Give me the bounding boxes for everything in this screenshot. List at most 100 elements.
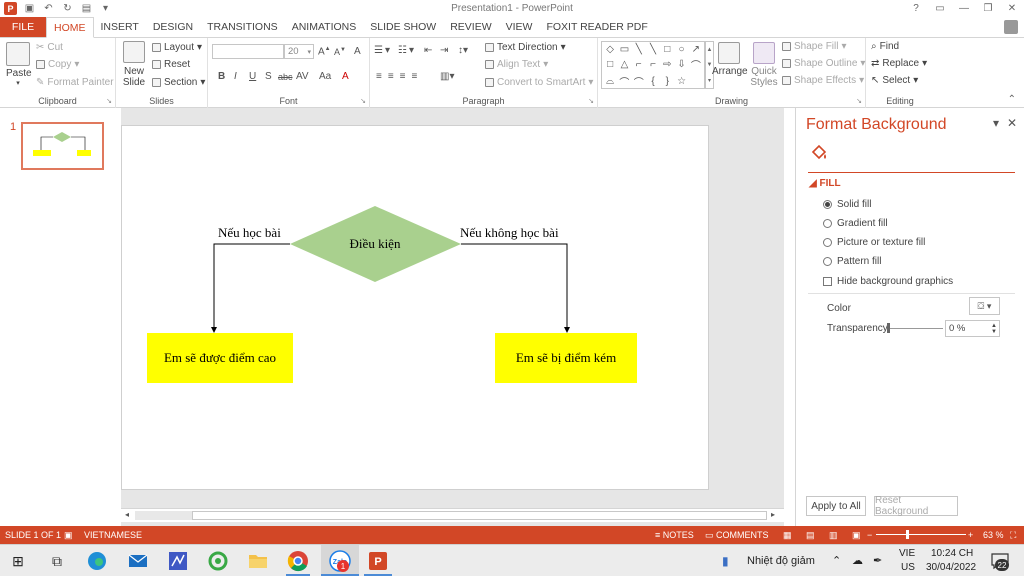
dialog-launcher-icon[interactable]: ↘ xyxy=(360,97,366,105)
arrow-shape-icon[interactable]: ↗ xyxy=(690,44,702,55)
weather-text[interactable]: Nhiệt độ giảm xyxy=(747,555,815,567)
radio-icon[interactable] xyxy=(823,238,832,247)
weather-icon[interactable]: ▮ xyxy=(722,554,729,568)
shape-effects-button[interactable]: Shape Effects ▾ xyxy=(782,75,864,86)
new-slide-button[interactable]: New Slide xyxy=(121,41,147,88)
fill-section-header[interactable]: ◢ FILL xyxy=(809,178,841,189)
format-painter-button[interactable]: ✎ Format Painter xyxy=(36,77,114,88)
task-view-icon[interactable]: ⧉ xyxy=(46,550,68,572)
transparency-slider[interactable] xyxy=(887,323,890,333)
language-indicator[interactable]: VIETNAMESE xyxy=(84,530,142,540)
minimize-button[interactable]: — xyxy=(952,0,976,17)
text-shadow-button[interactable]: S xyxy=(265,71,272,82)
radio-icon[interactable] xyxy=(823,219,832,228)
arrange-button[interactable]: Arrange xyxy=(712,42,748,77)
fit-slide-icon[interactable]: ⛶ xyxy=(1010,530,1016,541)
file-explorer-icon[interactable] xyxy=(247,550,269,572)
clock-date[interactable]: 30/04/2022 xyxy=(926,562,976,573)
windows-start-icon[interactable]: ⊞ xyxy=(7,550,29,572)
language-code[interactable]: VIE xyxy=(899,548,915,559)
alignment-buttons[interactable]: ≡≡≡≡ xyxy=(376,71,423,82)
close-button[interactable]: ✕ xyxy=(1000,0,1024,17)
zoom-level[interactable]: 63 % xyxy=(983,530,1004,540)
cut-button[interactable]: ✂ Cut xyxy=(36,42,63,53)
bold-button[interactable]: B xyxy=(218,71,225,82)
reading-view-icon[interactable]: ▥ xyxy=(829,530,838,541)
slideshow-icon[interactable]: ▣ xyxy=(852,530,861,541)
save-icon[interactable]: ▣ xyxy=(23,2,36,15)
apply-to-all-button[interactable]: Apply to All xyxy=(806,496,866,516)
star-shape-icon[interactable]: ☆ xyxy=(675,74,687,89)
tab-animations[interactable]: ANIMATIONS xyxy=(285,17,364,37)
scrollbar-track[interactable] xyxy=(135,511,192,520)
layout-button[interactable]: Layout ▾ xyxy=(152,42,202,53)
user-account[interactable] xyxy=(1004,17,1024,37)
line-shape-icon[interactable]: ╲ xyxy=(633,44,645,55)
arc-shape-icon[interactable]: ⌒ xyxy=(633,74,645,89)
zoom-in-icon[interactable]: + xyxy=(968,530,973,540)
customize-qat-icon[interactable]: ▾ xyxy=(99,2,112,15)
undo-icon[interactable]: ↶ xyxy=(42,2,55,15)
section-button[interactable]: Section ▾ xyxy=(152,77,205,88)
radio-icon[interactable] xyxy=(823,257,832,266)
shape-fill-button[interactable]: Shape Fill ▾ xyxy=(782,41,847,52)
oval-shape-icon[interactable]: ○ xyxy=(675,44,687,55)
slide-canvas[interactable]: Điều kiện Nếu học bài Nếu không học bài … xyxy=(121,125,709,490)
solid-fill-option[interactable]: Solid fill xyxy=(823,199,871,210)
shrink-font-button[interactable]: A▼ xyxy=(334,47,346,57)
radio-icon[interactable] xyxy=(823,200,832,209)
right-arrow-shape-icon[interactable]: ⇨ xyxy=(661,57,673,72)
bullets-button[interactable]: ☰▾ xyxy=(374,45,392,56)
coccoc-browser-icon[interactable] xyxy=(207,550,229,572)
rectangle-shape-icon[interactable]: □ xyxy=(661,44,673,55)
columns-button[interactable]: ▥▾ xyxy=(440,71,454,82)
strikethrough-button[interactable]: abc xyxy=(278,72,293,82)
pane-options-icon[interactable]: ▾ xyxy=(993,116,999,130)
scrollbar-thumb[interactable] xyxy=(192,511,767,520)
hide-background-graphics-option[interactable]: Hide background graphics xyxy=(823,276,953,287)
color-picker-button[interactable]: ⛋ ▾ xyxy=(969,297,1000,315)
line-shape-icon[interactable]: ╲ xyxy=(647,44,659,55)
pen-tray-icon[interactable]: ✒ xyxy=(873,554,882,567)
find-button[interactable]: ⌕ Find xyxy=(871,41,899,52)
font-size-combo[interactable]: 20 ▾ xyxy=(284,44,314,59)
rectangle-shape-icon[interactable]: □ xyxy=(604,57,616,72)
scroll-right-icon[interactable]: ▸ xyxy=(771,510,775,519)
left-result-box[interactable]: Em sẽ được điểm cao xyxy=(147,333,293,383)
show-hidden-icons-icon[interactable]: ⌃ xyxy=(832,554,841,567)
quick-styles-button[interactable]: Quick Styles xyxy=(748,42,780,88)
freeform-shape-icon[interactable]: ⌓ xyxy=(604,74,616,89)
slide-thumbnail[interactable] xyxy=(21,122,104,170)
transparency-spinner[interactable]: 0 % ▲ ▼ xyxy=(945,320,1000,337)
zoom-slider[interactable] xyxy=(906,530,909,539)
clear-formatting-button[interactable]: A xyxy=(354,46,361,57)
brace-shape-icon[interactable]: } xyxy=(661,74,673,89)
dialog-launcher-icon[interactable]: ↘ xyxy=(588,97,594,105)
chrome-browser-icon[interactable] xyxy=(287,550,309,572)
line-spacing-button[interactable]: ↕▾ xyxy=(458,45,468,56)
mail-icon[interactable] xyxy=(127,550,149,572)
collapse-ribbon-icon[interactable]: ⌃ xyxy=(1008,94,1016,105)
pattern-fill-option[interactable]: Pattern fill xyxy=(823,256,881,267)
select-button[interactable]: ↖ Select ▾ xyxy=(871,75,918,86)
numbering-button[interactable]: ☷▾ xyxy=(398,45,416,56)
cloud-icon[interactable]: ☁ xyxy=(852,554,863,567)
shapes-gallery[interactable]: ◇ ▭ ╲ ╲ □ ○ ↗ □ △ ⌐ ⌐ ⇨ ⇩ ⌒ ⌓ ⌒ ⌒ { } ☆ xyxy=(601,41,705,89)
triangle-shape-icon[interactable]: △ xyxy=(618,57,630,72)
tab-view[interactable]: VIEW xyxy=(499,17,540,37)
spinner-arrows-icon[interactable]: ▲ ▼ xyxy=(991,323,999,335)
normal-view-icon[interactable]: ▦ xyxy=(783,530,792,541)
curve-shape-icon[interactable]: ⌒ xyxy=(618,74,630,89)
text-direction-button[interactable]: Text Direction ▾ xyxy=(485,42,566,53)
connector-shape-icon[interactable]: ⌐ xyxy=(633,57,645,72)
tab-foxit-reader-pdf[interactable]: FOXIT READER PDF xyxy=(539,17,654,37)
right-result-box[interactable]: Em sẽ bị điểm kém xyxy=(495,333,637,383)
copy-button[interactable]: Copy ▾ xyxy=(36,59,79,70)
decrease-indent-button[interactable]: ⇤ xyxy=(424,45,432,56)
grow-font-button[interactable]: A▲ xyxy=(318,46,331,57)
notification-center-icon[interactable]: 22 xyxy=(990,551,1010,571)
align-text-button[interactable]: Align Text ▾ xyxy=(485,59,548,70)
close-icon[interactable]: ✕ xyxy=(1007,116,1017,130)
help-button[interactable]: ? xyxy=(904,0,928,17)
start-from-beginning-icon[interactable]: ▤ xyxy=(80,2,93,15)
